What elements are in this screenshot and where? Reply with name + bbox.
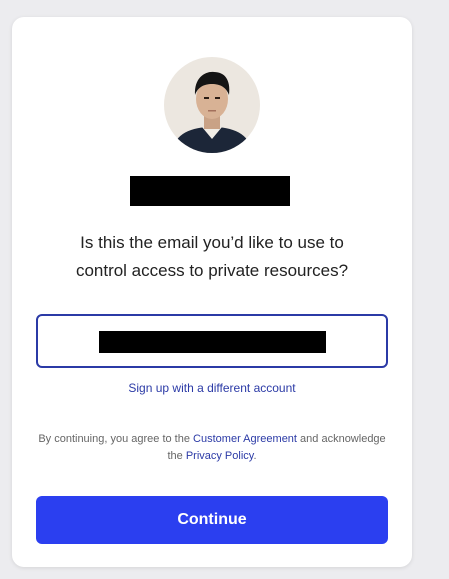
customer-agreement-link[interactable]: Customer Agreement [193, 433, 297, 445]
user-name-redacted [130, 176, 290, 206]
question-line-1: Is this the email you’d like to use to [80, 233, 344, 252]
avatar [164, 57, 260, 153]
terms-prefix: By continuing, you agree to the [38, 433, 190, 445]
terms-text: By continuing, you agree to the Customer… [32, 431, 392, 465]
privacy-policy-link[interactable]: Privacy Policy [186, 450, 254, 462]
email-value [99, 331, 326, 353]
question-text: Is this the email you’d like to use to c… [32, 229, 392, 285]
question-line-2: control access to private resources? [75, 261, 349, 280]
avatar-photo [164, 57, 260, 153]
switch-account-link[interactable]: Sign up with a different account [12, 381, 412, 395]
account-confirm-card: Is this the email you’d like to use to c… [12, 17, 412, 567]
email-field[interactable] [36, 314, 388, 368]
terms-suffix: . [253, 450, 257, 462]
continue-button[interactable]: Continue [36, 496, 388, 544]
